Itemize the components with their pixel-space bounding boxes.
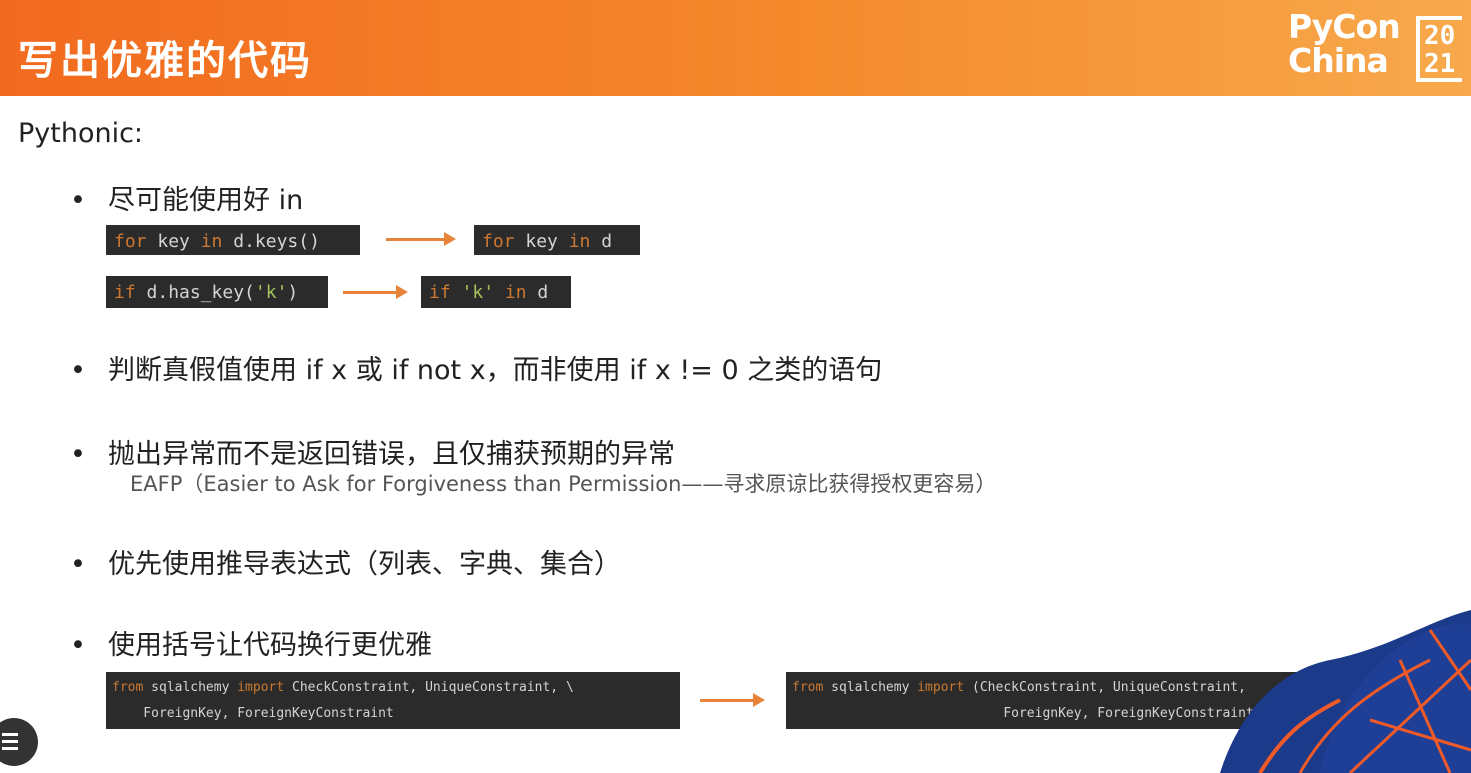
slide-header: 写出优雅的代码 PyCon China 20 21	[0, 0, 1471, 96]
code-for-keys: for key in d.keys()	[106, 225, 360, 255]
arrow-right-icon	[700, 693, 765, 707]
bullet-5: • 使用括号让代码换行更优雅	[70, 623, 432, 662]
code-text: ForeignKey, ForeignKeyConstraint	[112, 706, 394, 721]
code-text: d.keys()	[222, 231, 320, 252]
slide-title: 写出优雅的代码	[18, 38, 312, 84]
code-text: key	[146, 231, 201, 252]
code-text: key	[514, 231, 569, 252]
code-text: sqlalchemy	[143, 680, 238, 695]
code-has-key: if d.has_key('k')	[106, 276, 328, 308]
code-keyword: for	[114, 231, 147, 252]
bullet-3: • 抛出异常而不是返回错误，且仅捕获预期的异常	[70, 432, 675, 471]
code-text: d	[526, 282, 549, 303]
logo-line-2: China	[1288, 41, 1389, 80]
intro-text: Pythonic:	[18, 118, 144, 149]
bullet-dot: •	[70, 439, 86, 470]
code-keyword: if	[429, 282, 451, 303]
code-keyword: import	[237, 680, 285, 695]
code-keyword: import	[917, 680, 965, 695]
code-text: CheckConstraint, UniqueConstraint, \	[284, 680, 574, 695]
code-keyword: in	[200, 231, 223, 252]
bullet-dot: •	[70, 630, 86, 661]
logo-year-box: 20 21	[1416, 16, 1462, 82]
bullet-5-text: 使用括号让代码换行更优雅	[108, 630, 432, 661]
code-keyword: in	[568, 231, 591, 252]
code-if-in: if 'k' in d	[421, 276, 571, 308]
code-for-in: for key in d	[474, 225, 640, 255]
logo-line-1: PyCon	[1288, 7, 1401, 46]
arrow-right-icon	[343, 285, 408, 299]
code-text: )	[287, 282, 299, 303]
bullet-dot: •	[70, 549, 86, 580]
code-string: 'k'	[254, 282, 288, 303]
logo-wordmark: PyCon China	[1288, 7, 1401, 80]
code-keyword: from	[792, 680, 824, 695]
code-import-backslash: from sqlalchemy import CheckConstraint, …	[106, 672, 680, 729]
bullet-4-text: 优先使用推导表达式（列表、字典、集合）	[108, 549, 621, 580]
code-keyword: if	[114, 282, 136, 303]
bullet-3-text: 抛出异常而不是返回错误，且仅捕获预期的异常	[108, 439, 675, 470]
code-text: d	[590, 231, 613, 252]
code-keyword: from	[112, 680, 144, 695]
code-text: sqlalchemy	[823, 680, 918, 695]
bullet-3-subtext: EAFP（Easier to Ask for Forgiveness than …	[130, 472, 997, 496]
logo-year-bottom: 21	[1424, 49, 1456, 79]
code-text: d.has_key(	[135, 282, 255, 303]
menu-icon[interactable]	[0, 718, 38, 766]
code-string: 'k'	[450, 282, 505, 303]
code-keyword: for	[482, 231, 515, 252]
bullet-2-text: 判断真假值使用 if x 或 if not x，而非使用 if x != 0 之…	[108, 355, 883, 386]
code-text: ForeignKey, ForeignKeyConstraint)	[792, 706, 1262, 721]
bullet-4: • 优先使用推导表达式（列表、字典、集合）	[70, 542, 621, 581]
logo-year-top: 20	[1424, 21, 1456, 51]
bullet-dot: •	[70, 355, 86, 386]
bullet-2: • 判断真假值使用 if x 或 if not x，而非使用 if x != 0 …	[70, 348, 882, 387]
bullet-dot: •	[70, 185, 86, 216]
bullet-1: • 尽可能使用好 in	[70, 178, 303, 217]
decorative-swirl-graphic	[1220, 610, 1471, 773]
pycon-china-logo: PyCon China 20 21	[1288, 10, 1471, 90]
code-keyword: in	[504, 282, 527, 303]
arrow-right-icon	[386, 232, 456, 246]
bullet-1-text: 尽可能使用好 in	[108, 185, 304, 216]
